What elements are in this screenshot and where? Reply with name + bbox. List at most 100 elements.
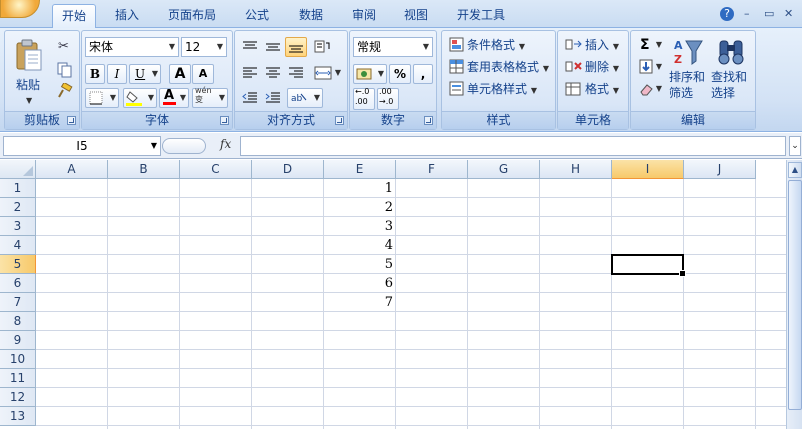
close-icon[interactable]: ✕ [784,7,793,20]
column-header-h[interactable]: H [540,160,612,179]
percent-button[interactable]: % [389,64,411,84]
phonetic-button[interactable]: wén 变 ▼ [192,86,228,108]
paste-button[interactable]: 粘贴 ▼ [9,35,47,105]
tab-insert[interactable]: 插入 [104,4,150,28]
insert-cells-button[interactable]: 插入 ▼ [562,35,626,55]
row-header-3[interactable]: 3 [0,217,36,236]
office-button[interactable] [0,0,40,18]
decrease-decimal-button[interactable]: .00 →.0 [377,87,399,110]
column-header-c[interactable]: C [180,160,252,179]
increase-indent-button[interactable] [262,88,284,108]
formula-input[interactable] [240,136,786,156]
row-header-1[interactable]: 1 [0,179,36,198]
copy-button[interactable] [53,59,75,79]
increase-decimal-button[interactable]: ←.0 .00 [353,87,375,110]
row-header-6[interactable]: 6 [0,274,36,293]
row-header-12[interactable]: 12 [0,388,36,407]
cell-e3[interactable]: 3 [324,217,396,236]
column-header-d[interactable]: D [252,160,324,179]
cell-e1[interactable]: 1 [324,179,396,198]
row-header-4[interactable]: 4 [0,236,36,255]
cell-e5[interactable]: 5 [324,255,396,274]
row-header-8[interactable]: 8 [0,312,36,331]
align-middle-button[interactable] [262,37,284,57]
tab-developer[interactable]: 开发工具 [446,4,516,28]
tab-view[interactable]: 视图 [394,4,438,28]
column-header-f[interactable]: F [396,160,468,179]
format-as-table-button[interactable]: 套用表格格式 ▼ [446,57,556,77]
merge-center-button[interactable]: ▼ [311,63,343,83]
select-all-corner[interactable] [0,160,36,179]
align-top-button[interactable] [239,37,261,57]
shrink-font-button[interactable]: A [192,64,214,84]
column-header-j[interactable]: J [684,160,756,179]
number-format-select[interactable]: 常规 ▼ [353,37,433,57]
column-header-e[interactable]: E [324,160,396,179]
comma-button[interactable]: , [413,64,433,84]
tab-page-layout[interactable]: 页面布局 [158,4,226,28]
restore-icon[interactable]: ▭ [764,7,774,20]
format-painter-button[interactable] [53,81,75,101]
column-header-i[interactable]: I [612,160,684,179]
insert-function-icon[interactable]: fx [220,137,231,151]
underline-button[interactable]: U ▼ [129,64,161,84]
align-right-button[interactable] [285,63,307,83]
row-header-9[interactable]: 9 [0,331,36,350]
cell-area[interactable]: 1234567 [36,179,786,429]
active-cell-cursor[interactable] [611,254,686,277]
decrease-indent-button[interactable] [239,88,261,108]
format-cells-button[interactable]: 格式 ▼ [562,79,626,99]
font-name-select[interactable]: 宋体 ▼ [85,37,179,57]
align-left-button[interactable] [239,63,261,83]
sort-filter-button[interactable]: A Z 排序和 筛选 [667,35,707,105]
row-header-2[interactable]: 2 [0,198,36,217]
number-launcher[interactable] [424,116,433,125]
row-header-11[interactable]: 11 [0,369,36,388]
cut-button[interactable]: ✂ [53,37,75,57]
clear-button[interactable]: ▼ [635,79,665,99]
column-header-a[interactable]: A [36,160,108,179]
align-center-button[interactable] [262,63,284,83]
alignment-launcher[interactable] [335,116,344,125]
name-box[interactable]: I5 ▼ [3,136,161,156]
font-launcher[interactable] [220,116,229,125]
font-color-button[interactable]: A ▼ [159,88,189,108]
italic-button[interactable]: I [107,64,127,84]
orientation-button[interactable] [311,37,333,57]
row-header-13[interactable]: 13 [0,407,36,426]
tab-review[interactable]: 审阅 [342,4,386,28]
tab-data[interactable]: 数据 [288,4,334,28]
minimize-icon[interactable]: – [744,7,750,20]
accounting-format-button[interactable]: ▼ [353,64,387,84]
align-bottom-button[interactable] [285,37,307,57]
scroll-up-icon[interactable]: ▲ [788,162,802,178]
row-header-10[interactable]: 10 [0,350,36,369]
clipboard-launcher[interactable] [67,116,76,125]
cell-e2[interactable]: 2 [324,198,396,217]
find-select-button[interactable]: 查找和 选择 [709,35,753,105]
cell-e7[interactable]: 7 [324,293,396,312]
tab-home[interactable]: 开始 [52,4,96,28]
row-header-7[interactable]: 7 [0,293,36,312]
fill-color-button[interactable]: ▼ [123,88,157,108]
cell-styles-button[interactable]: 单元格样式 ▼ [446,79,552,99]
font-size-select[interactable]: 12 ▼ [181,37,227,57]
column-header-b[interactable]: B [108,160,180,179]
conditional-format-button[interactable]: 条件格式 ▼ [446,35,552,55]
vertical-scrollbar[interactable]: ▲ [786,160,802,429]
bold-button[interactable]: B [85,64,105,84]
tab-formulas[interactable]: 公式 [234,4,280,28]
grow-font-button[interactable]: A [169,64,191,84]
delete-cells-button[interactable]: 删除 ▼ [562,57,626,77]
scroll-thumb[interactable] [788,180,802,410]
formula-resize-handle[interactable] [162,138,206,154]
row-header-5[interactable]: 5 [0,255,36,274]
cell-e6[interactable]: 6 [324,274,396,293]
autosum-button[interactable]: Σ ▼ [635,35,665,55]
cell-e4[interactable]: 4 [324,236,396,255]
help-icon[interactable]: ? [720,7,734,21]
border-button[interactable]: ▼ [85,88,119,108]
wrap-text-button[interactable]: ab ▼ [287,88,323,108]
fill-button[interactable]: ▼ [635,57,665,77]
expand-formula-bar-icon[interactable]: ⌄ [789,136,801,156]
